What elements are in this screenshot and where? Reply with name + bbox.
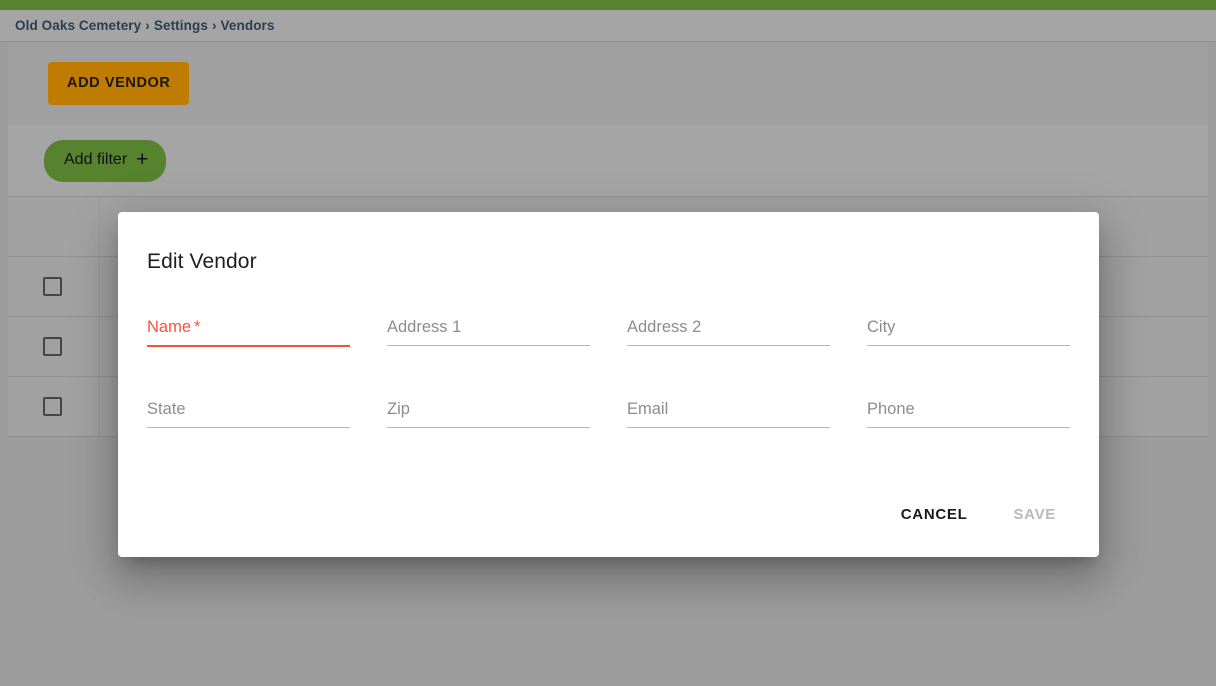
breadcrumb-separator: › — [145, 18, 150, 33]
select-all-cell — [8, 197, 100, 256]
breadcrumb: Old Oaks Cemetery › Settings › Vendors — [15, 18, 275, 33]
field-phone-underline — [867, 426, 1070, 428]
row-select-cell[interactable] — [8, 257, 100, 316]
field-address1-label: Address 1 — [387, 318, 462, 336]
breadcrumb-bar: Old Oaks Cemetery › Settings › Vendors — [0, 10, 1216, 42]
field-phone[interactable]: Phone — [867, 401, 1070, 483]
field-state-underline — [147, 426, 350, 428]
field-phone-label: Phone — [867, 400, 915, 418]
field-name[interactable]: Name * — [147, 319, 350, 401]
breadcrumb-item-vendors[interactable]: Vendors — [221, 18, 275, 33]
add-vendor-button[interactable]: ADD VENDOR — [48, 62, 190, 105]
row-select-cell[interactable] — [8, 377, 100, 436]
field-email-underline — [627, 426, 830, 428]
breadcrumb-separator: › — [211, 18, 217, 33]
field-name-label: Name * — [147, 318, 201, 336]
row-checkbox[interactable] — [43, 397, 62, 416]
toolbar: ADD VENDOR — [8, 42, 1208, 125]
app-top-accent-bar — [0, 0, 1216, 10]
vendor-form: Name * Address 1 Address 2 City State Zip… — [147, 319, 1070, 483]
row-select-cell[interactable] — [8, 317, 100, 376]
field-name-underline — [147, 344, 350, 347]
field-email[interactable]: Email — [627, 401, 830, 483]
field-city-label: City — [867, 318, 896, 336]
field-city-underline — [867, 344, 1070, 346]
required-marker: * — [194, 318, 201, 336]
cancel-button[interactable]: CANCEL — [887, 498, 982, 531]
field-address1[interactable]: Address 1 — [387, 319, 590, 401]
breadcrumb-item-org[interactable]: Old Oaks Cemetery — [15, 18, 141, 33]
field-address1-underline — [387, 344, 590, 346]
field-address2-label: Address 2 — [627, 318, 702, 336]
field-state-label: State — [147, 400, 186, 418]
field-state[interactable]: State — [147, 401, 350, 483]
filter-bar: Add filter + — [8, 125, 1208, 197]
field-address2-underline — [627, 344, 830, 346]
row-checkbox[interactable] — [43, 277, 62, 296]
edit-vendor-dialog: Edit Vendor Name * Address 1 Address 2 Ci… — [118, 212, 1099, 557]
dialog-title: Edit Vendor — [147, 250, 257, 273]
field-zip[interactable]: Zip — [387, 401, 590, 483]
field-zip-label: Zip — [387, 400, 410, 418]
dialog-actions: CANCEL SAVE — [887, 498, 1070, 531]
row-checkbox[interactable] — [43, 337, 62, 356]
field-city[interactable]: City — [867, 319, 1070, 401]
breadcrumb-item-settings[interactable]: Settings — [154, 18, 208, 33]
add-filter-label: Add filter — [64, 151, 128, 168]
field-address2[interactable]: Address 2 — [627, 319, 830, 401]
save-button: SAVE — [999, 498, 1070, 531]
add-filter-button[interactable]: Add filter + — [44, 139, 167, 182]
field-email-label: Email — [627, 400, 669, 418]
plus-icon: + — [136, 147, 149, 171]
field-zip-underline — [387, 426, 590, 428]
